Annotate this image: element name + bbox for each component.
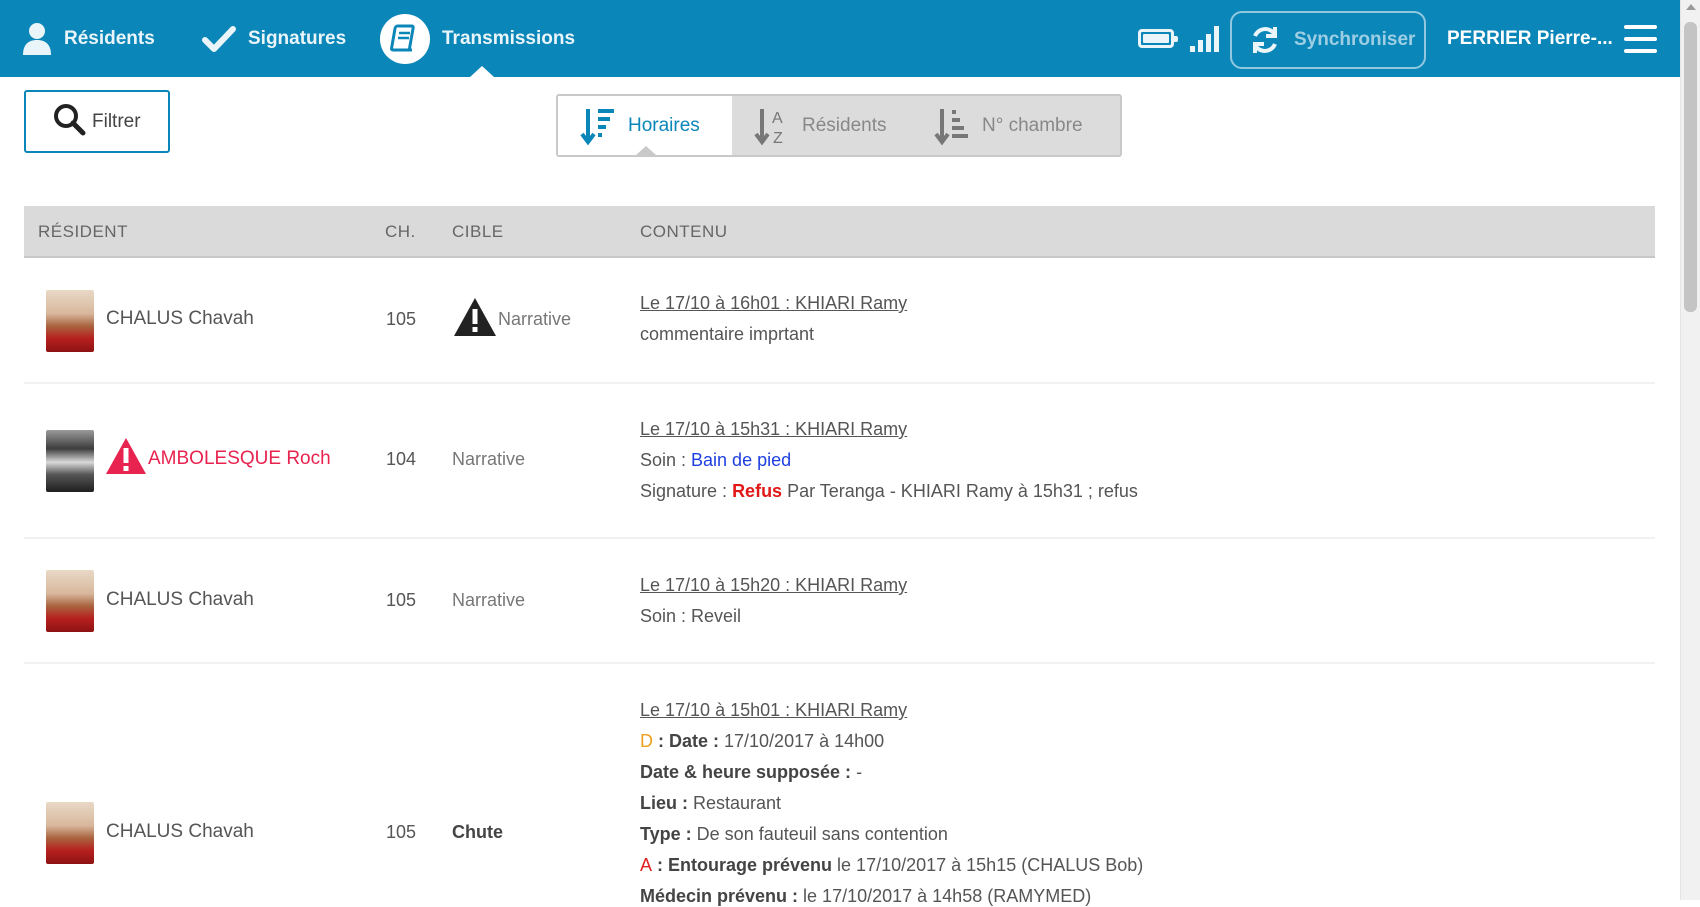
a-marker: A <box>640 855 653 875</box>
active-tab-caret <box>470 66 494 77</box>
header-content[interactable]: CONTENU <box>640 206 728 258</box>
synchronize-label: Synchroniser <box>1294 29 1416 50</box>
active-sort-caret <box>636 146 656 155</box>
scroll-up-arrow-icon[interactable] <box>1686 4 1696 10</box>
alert-warning-icon <box>104 436 148 481</box>
svg-text:Z: Z <box>773 130 783 146</box>
header-room[interactable]: CH. <box>385 206 416 258</box>
table-header: RÉSIDENT CH. CIBLE CONTENU <box>24 206 1655 258</box>
room-number: 105 <box>386 309 417 329</box>
sort-time-label: Horaires <box>628 114 700 136</box>
sort-by-time[interactable]: Horaires <box>558 96 732 155</box>
room-number: 105 <box>386 590 417 610</box>
battery-icon <box>1138 29 1178 48</box>
resident-photo <box>46 290 94 352</box>
table-row[interactable]: AMBOLESQUE Roch 104 Narrative Le 17/10 à… <box>24 384 1655 539</box>
family-notified-line: A : Entourage prévenu le 17/10/2017 à 15… <box>640 855 1144 875</box>
location-line: Lieu : Restaurant <box>640 793 782 813</box>
table-row[interactable]: CHALUS Chavah 105 Narrative Le 17/10 à 1… <box>24 258 1655 384</box>
table-row[interactable]: CHALUS Chavah 105 Chute Le 17/10 à 15h01… <box>24 664 1655 906</box>
sort-by-resident[interactable]: AZ Résidents <box>732 96 912 155</box>
nav-residents-label: Résidents <box>64 27 155 49</box>
target-label: Chute <box>452 822 503 842</box>
transmission-text: Soin : Reveil <box>640 606 742 626</box>
search-icon <box>52 102 86 141</box>
resident-photo <box>46 802 94 864</box>
sort-room-label: N° chambre <box>982 114 1083 136</box>
transmission-header-link[interactable]: Le 17/10 à 15h31 : KHIARI Ramy <box>640 419 907 440</box>
target-label: Narrative <box>498 309 572 329</box>
header-resident[interactable]: RÉSIDENT <box>38 206 128 258</box>
resident-photo <box>46 430 94 492</box>
signature-status: Refus <box>732 481 783 501</box>
hamburger-menu-icon[interactable] <box>1624 25 1657 53</box>
filter-label: Filtrer <box>92 110 141 132</box>
header-target[interactable]: CIBLE <box>452 206 504 258</box>
warning-icon <box>452 296 498 343</box>
room-number: 104 <box>386 449 417 469</box>
signature-line: Signature : Refus Par Teranga - KHIARI R… <box>640 481 1138 501</box>
sort-time-icon <box>580 106 618 146</box>
doctor-notified-line: Médecin prévenu : le 17/10/2017 à 14h58 … <box>640 886 1092 906</box>
transmission-header-link[interactable]: Le 17/10 à 15h01 : KHIARI Ramy <box>640 700 907 721</box>
top-navigation-bar: Résidents Signatures Transmissions Synch… <box>0 0 1680 77</box>
room-number: 105 <box>386 822 417 842</box>
scroll-thumb[interactable] <box>1684 22 1697 312</box>
sort-alpha-icon: AZ <box>754 106 792 146</box>
sort-number-icon <box>934 106 972 146</box>
filter-button[interactable]: Filtrer <box>24 90 170 153</box>
svg-text:A: A <box>772 110 783 127</box>
date-line: D : Date : 17/10/2017 à 14h00 <box>640 731 885 751</box>
resident-name[interactable]: CHALUS Chavah <box>106 589 254 611</box>
sort-resident-label: Résidents <box>802 114 887 136</box>
resident-photo <box>46 570 94 632</box>
supposed-date-line: Date & heure supposée : - <box>640 762 863 782</box>
table-row[interactable]: CHALUS Chavah 105 Narrative Le 17/10 à 1… <box>24 539 1655 664</box>
nav-transmissions-label: Transmissions <box>442 27 576 49</box>
resident-name[interactable]: CHALUS Chavah <box>106 821 254 843</box>
target-label: Narrative <box>452 449 526 469</box>
synchronize-button[interactable]: Synchroniser <box>1230 11 1426 69</box>
signal-icon <box>1190 26 1222 52</box>
current-user-name[interactable]: PERRIER Pierre-... <box>1447 0 1613 77</box>
sort-by-room[interactable]: N° chambre <box>912 96 1120 155</box>
nav-signatures[interactable]: Signatures <box>202 0 346 77</box>
sync-icon <box>1248 23 1282 57</box>
transmission-header-link[interactable]: Le 17/10 à 16h01 : KHIARI Ramy <box>640 293 907 314</box>
nav-signatures-label: Signatures <box>248 27 347 49</box>
notebook-icon <box>380 13 430 64</box>
care-line: Soin : Bain de pied <box>640 450 792 470</box>
resident-name[interactable]: CHALUS Chavah <box>106 308 254 330</box>
care-value: Bain de pied <box>691 450 792 470</box>
user-icon <box>22 22 52 56</box>
resident-name[interactable]: AMBOLESQUE Roch <box>148 448 331 470</box>
transmission-text: commentaire imprtant <box>640 324 815 344</box>
d-marker: D <box>640 731 653 751</box>
vertical-scrollbar[interactable] <box>1680 0 1700 900</box>
type-line: Type : De son fauteuil sans contention <box>640 824 948 844</box>
nav-residents[interactable]: Résidents <box>22 0 155 77</box>
sort-segmented-control: Horaires AZ Résidents N° chambre <box>556 94 1122 157</box>
transmission-header-link[interactable]: Le 17/10 à 15h20 : KHIARI Ramy <box>640 575 907 596</box>
checkmark-icon <box>202 25 236 53</box>
target-label: Narrative <box>452 590 526 610</box>
